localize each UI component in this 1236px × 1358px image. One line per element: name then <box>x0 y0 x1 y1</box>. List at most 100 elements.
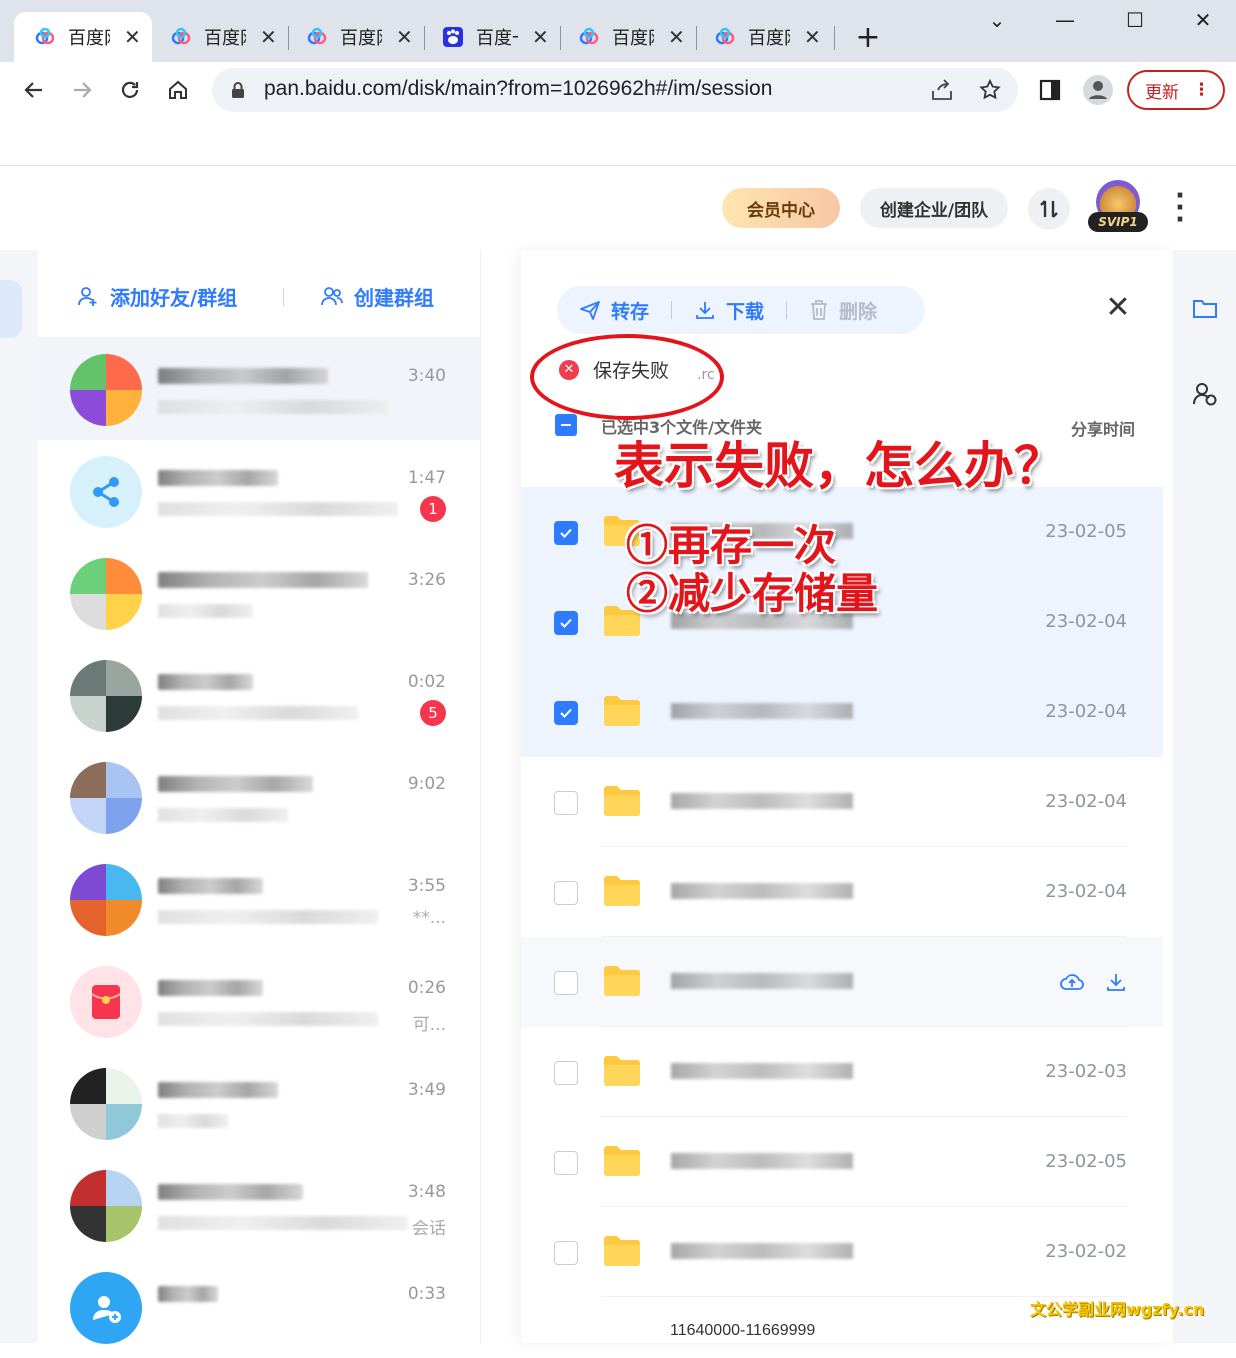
svip-badge: SVIP1 <box>1088 212 1148 232</box>
address-bar[interactable]: pan.baidu.com/disk/main?from=1026962h#/i… <box>212 68 1018 112</box>
red-circle-annotation <box>530 334 724 420</box>
chat-preview-blurred <box>158 502 398 516</box>
chat-window-background <box>480 250 522 1343</box>
row-checkbox[interactable] <box>554 791 578 815</box>
tab-close-icon[interactable]: ✕ <box>804 25 821 49</box>
chat-name-blurred <box>158 878 263 894</box>
star-icon[interactable] <box>978 78 1002 102</box>
chat-item[interactable]: 3:40 <box>38 338 480 440</box>
home-button[interactable] <box>160 72 196 108</box>
download-button[interactable]: 下载 <box>672 286 786 334</box>
reload-button[interactable] <box>112 72 148 108</box>
more-menu-icon[interactable]: · · · <box>1170 183 1190 233</box>
tab-title: 百度网盘 <box>68 28 110 49</box>
close-panel-icon[interactable]: ✕ <box>1103 290 1133 325</box>
row-checkbox[interactable] <box>554 611 578 635</box>
toolbar-spacer <box>0 118 1236 166</box>
share-date: 23-02-04 <box>1045 791 1127 812</box>
tab-close-icon[interactable]: ✕ <box>260 25 277 49</box>
chat-item[interactable]: 9:02 <box>38 746 480 848</box>
row-checkbox[interactable] <box>554 1061 578 1085</box>
back-button[interactable] <box>16 72 52 108</box>
file-row[interactable]: 23-02-03 <box>521 1027 1163 1117</box>
browser-tab[interactable]: 百度网盘 ✕ <box>150 12 286 62</box>
row-checkbox[interactable] <box>554 1241 578 1265</box>
tab-close-icon[interactable]: ✕ <box>668 25 685 49</box>
row-checkbox[interactable] <box>554 1151 578 1175</box>
maximize-button[interactable]: ☐ <box>1120 8 1150 32</box>
row-checkbox[interactable] <box>554 521 578 545</box>
tab-search-icon[interactable]: ⌄ <box>982 8 1012 32</box>
share-icon[interactable] <box>930 79 954 101</box>
chat-sidebar: 添加好友/群组 创建群组 3:40 1:47 1 3:26 0:02 5 9:0… <box>38 250 480 1344</box>
vip-center-button[interactable]: 会员中心 <box>722 188 840 228</box>
arrow-right-icon <box>74 82 92 98</box>
create-group-button[interactable]: 创建群组 <box>320 282 434 311</box>
baidu-paw-favicon-icon <box>442 26 464 48</box>
chat-name-blurred <box>158 470 278 486</box>
contacts-icon[interactable] <box>1191 380 1219 408</box>
red-packet-icon <box>91 985 121 1019</box>
tab-title: 百度网盘 <box>748 28 790 49</box>
forward-button[interactable] <box>64 72 100 108</box>
file-row[interactable]: 23-02-02 <box>521 1207 1163 1297</box>
file-name-blurred <box>671 1153 853 1169</box>
create-enterprise-button[interactable]: 创建企业/团队 <box>860 188 1008 228</box>
transfer-list-button[interactable] <box>1028 188 1070 230</box>
partial-row-name: 11640000-11669999 <box>670 1322 816 1339</box>
share-time-column[interactable]: 分享时间 <box>1071 416 1135 440</box>
row-checkbox[interactable] <box>554 971 578 995</box>
file-row[interactable]: 23-02-05 <box>521 1117 1163 1207</box>
side-panel-button[interactable] <box>1032 72 1068 108</box>
new-tab-button[interactable]: + <box>854 20 882 55</box>
nav-selected-indicator[interactable] <box>0 280 22 338</box>
share-icon <box>93 477 119 507</box>
chat-item[interactable]: 3:55 **... <box>38 848 480 950</box>
file-row[interactable]: 23-02-04 <box>521 757 1163 847</box>
profile-button[interactable] <box>1080 72 1116 108</box>
share-date: 23-02-03 <box>1045 1061 1127 1082</box>
baidu-pan-favicon-icon <box>578 26 600 48</box>
folder-icon[interactable] <box>1191 294 1219 322</box>
group-avatar <box>70 660 142 732</box>
file-row[interactable]: 23-02-04 <box>521 667 1163 757</box>
file-row[interactable] <box>521 937 1163 1027</box>
file-row[interactable]: 23-02-04 <box>521 847 1163 937</box>
select-all-checkbox[interactable] <box>555 414 577 436</box>
contact-avatar <box>70 1272 142 1344</box>
profile-icon <box>1083 75 1113 105</box>
browser-tab[interactable]: 百度网盘 ✕ <box>14 12 152 62</box>
file-name-blurred <box>671 1063 853 1079</box>
download-icon[interactable] <box>1105 971 1127 993</box>
tab-close-icon[interactable]: ✕ <box>396 25 413 49</box>
chat-item[interactable]: 0:02 5 <box>38 644 480 746</box>
browser-tab[interactable]: 百度网盘 ✕ <box>286 12 422 62</box>
group-avatar <box>70 1068 142 1140</box>
tab-close-icon[interactable]: ✕ <box>532 25 549 49</box>
chat-item[interactable]: 0:26 可... <box>38 950 480 1052</box>
chat-item[interactable]: 3:48 会话 <box>38 1154 480 1256</box>
tab-close-icon[interactable]: ✕ <box>124 25 141 49</box>
close-window-button[interactable]: ✕ <box>1188 8 1218 32</box>
save-to-disk-button[interactable]: 转存 <box>557 286 671 334</box>
chat-item[interactable]: 3:49 <box>38 1052 480 1154</box>
minimize-button[interactable]: — <box>1050 8 1080 32</box>
baidu-pan-favicon-icon <box>306 26 328 48</box>
save-to-cloud-icon[interactable] <box>1059 971 1085 993</box>
unread-badge: 1 <box>420 496 446 522</box>
row-checkbox[interactable] <box>554 701 578 725</box>
browser-tab[interactable]: 百度网盘 ✕ <box>558 12 694 62</box>
delete-button[interactable]: 删除 <box>787 286 899 334</box>
row-checkbox[interactable] <box>554 881 578 905</box>
tab-title: 百度一下 <box>476 28 518 49</box>
browser-tab[interactable]: 百度一下 ✕ <box>422 12 558 62</box>
chat-time: 0:26 <box>407 978 446 998</box>
reload-icon <box>121 81 139 98</box>
add-friend-button[interactable]: 添加好友/群组 <box>76 282 237 311</box>
folder-icon <box>603 1235 641 1267</box>
chat-time: 1:47 <box>407 468 446 488</box>
chat-item[interactable]: 1:47 1 <box>38 440 480 542</box>
chat-item[interactable]: 3:26 <box>38 542 480 644</box>
browser-tab[interactable]: 百度网盘 ✕ <box>694 12 830 62</box>
update-browser-button[interactable]: 更新 ⋮ <box>1127 70 1225 110</box>
